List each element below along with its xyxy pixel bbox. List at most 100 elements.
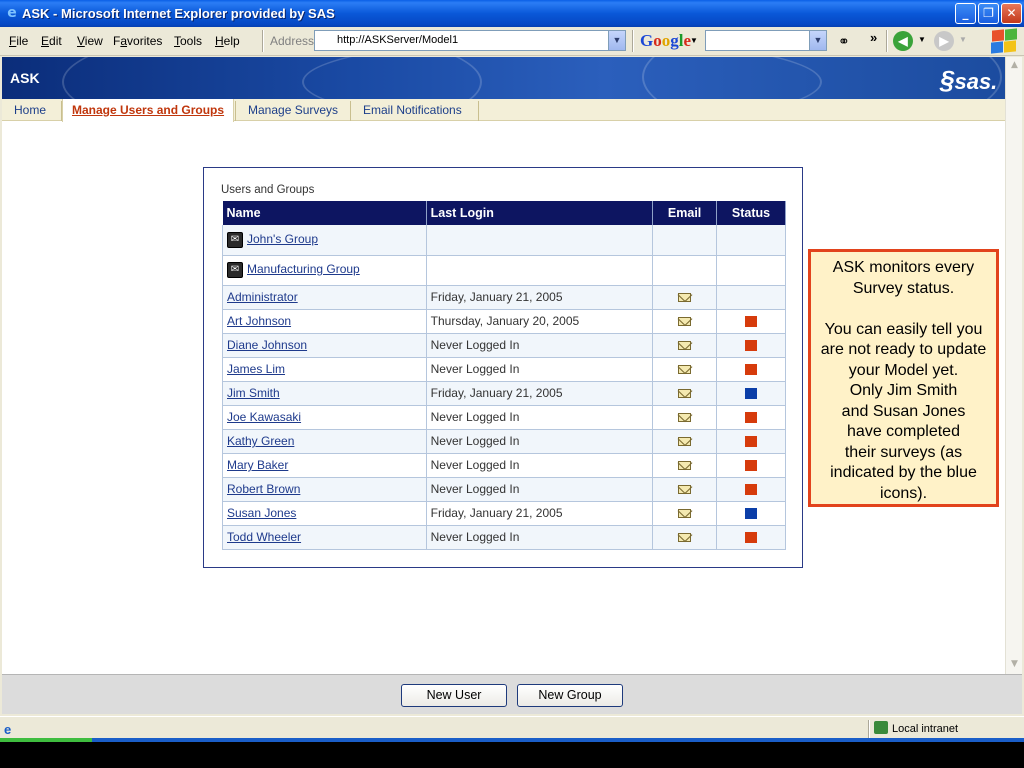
callout-line: You can easily tell you	[824, 320, 983, 338]
group-name-link[interactable]: John's Group	[247, 232, 318, 246]
new-user-button[interactable]: New User	[401, 684, 507, 707]
user-name-link[interactable]: Robert Brown	[227, 482, 300, 496]
status-incomplete-icon[interactable]	[745, 364, 758, 376]
page-status-icon: e	[4, 722, 12, 737]
email-envelope-icon[interactable]	[678, 341, 692, 351]
back-dropdown-icon[interactable]: ▼	[918, 35, 926, 44]
close-button[interactable]: ✕	[1001, 3, 1022, 24]
status-incomplete-icon[interactable]	[745, 316, 758, 328]
scroll-down-icon[interactable]: ▼	[1008, 658, 1021, 671]
tab-manage-users-and-groups[interactable]: Manage Users and Groups	[72, 103, 224, 117]
google-search-dropdown-icon[interactable]: ▼	[809, 31, 826, 50]
user-name-link[interactable]: Kathy Green	[227, 434, 294, 448]
last-login-cell: Friday, January 21, 2005	[426, 285, 654, 310]
status-complete-icon[interactable]	[745, 508, 758, 520]
last-login-cell: Never Logged In	[426, 453, 654, 478]
menu-help[interactable]: Help	[215, 34, 240, 48]
user-row: Diane Johnson Never Logged In	[222, 333, 786, 358]
user-name-link[interactable]: Art Johnson	[227, 314, 291, 328]
email-envelope-icon[interactable]	[678, 389, 692, 399]
user-name-link[interactable]: Joe Kawasaki	[227, 410, 301, 424]
scroll-up-icon[interactable]: ▲	[1008, 59, 1021, 72]
group-name-link[interactable]: Manufacturing Group	[247, 262, 360, 276]
user-name-link[interactable]: James Lim	[227, 362, 285, 376]
status-incomplete-icon[interactable]	[745, 460, 758, 472]
minimize-button[interactable]: _	[955, 3, 976, 24]
status-cell	[716, 225, 786, 256]
users-and-groups-panel: Users and Groups Name Last Login Email S…	[203, 167, 803, 568]
user-name-link[interactable]: Susan Jones	[227, 506, 296, 520]
user-name-cell: Mary Baker	[222, 453, 427, 478]
tab-manage-surveys[interactable]: Manage Surveys	[248, 103, 338, 117]
last-login-cell: Never Logged In	[426, 357, 654, 382]
email-envelope-icon[interactable]	[678, 413, 692, 423]
google-logo[interactable]: Google	[640, 31, 691, 51]
menu-file[interactable]: File	[9, 34, 28, 48]
email-envelope-icon[interactable]	[678, 533, 692, 543]
new-group-button[interactable]: New Group	[517, 684, 623, 707]
user-name-link[interactable]: Diane Johnson	[227, 338, 307, 352]
google-search-input[interactable]: ▼	[705, 30, 827, 51]
statusbar-divider	[868, 720, 870, 739]
tab-home[interactable]: Home	[14, 103, 46, 117]
email-cell	[652, 255, 718, 286]
email-cell	[652, 357, 718, 382]
last-login-cell: Never Logged In	[426, 525, 654, 550]
restore-button[interactable]: ❐	[978, 3, 999, 24]
status-complete-icon[interactable]	[745, 388, 758, 400]
email-cell	[652, 429, 718, 454]
tab-separator	[350, 101, 351, 121]
taskbar-edge	[92, 738, 1024, 742]
binoculars-icon[interactable]: ⚭	[838, 33, 850, 50]
google-menu-chevron-icon[interactable]: ▼	[690, 36, 698, 45]
status-cell	[716, 501, 786, 526]
menu-tools[interactable]: Tools	[174, 34, 202, 48]
status-incomplete-icon[interactable]	[745, 436, 758, 448]
address-input[interactable]: http://ASKServer/Model1 ▼	[314, 30, 626, 51]
toolbar-separator	[632, 30, 634, 52]
status-incomplete-icon[interactable]	[745, 484, 758, 496]
back-icon[interactable]: ◀	[893, 31, 913, 51]
toolbar-overflow-chevron-icon[interactable]: »	[870, 30, 877, 45]
menu-edit[interactable]: Edit	[41, 34, 62, 48]
email-envelope-icon[interactable]	[678, 317, 692, 327]
menu-favorites[interactable]: Favorites	[113, 34, 162, 48]
address-dropdown-icon[interactable]: ▼	[608, 31, 625, 50]
group-row: ✉ John's Group	[222, 225, 786, 256]
user-name-cell: Joe Kawasaki	[222, 405, 427, 430]
forward-dropdown-icon[interactable]: ▼	[959, 35, 967, 44]
column-header-last-login[interactable]: Last Login	[426, 201, 654, 225]
status-incomplete-icon[interactable]	[745, 412, 758, 424]
windows-logo-icon	[990, 28, 1018, 55]
column-header-email[interactable]: Email	[652, 201, 718, 225]
toolbar-separator	[262, 30, 264, 52]
user-name-cell: Art Johnson	[222, 309, 427, 334]
user-row: Jim Smith Friday, January 21, 2005	[222, 381, 786, 406]
user-row: Administrator Friday, January 21, 2005	[222, 285, 786, 310]
email-envelope-icon[interactable]	[678, 365, 692, 375]
email-envelope-icon[interactable]	[678, 461, 692, 471]
email-envelope-icon[interactable]	[678, 293, 692, 303]
email-envelope-icon[interactable]	[678, 509, 692, 519]
user-row: Mary Baker Never Logged In	[222, 453, 786, 478]
user-name-link[interactable]: Mary Baker	[227, 458, 288, 472]
menu-view[interactable]: View	[77, 34, 103, 48]
tab-separator	[478, 101, 479, 121]
tab-separator	[61, 101, 62, 121]
column-header-name[interactable]: Name	[222, 201, 427, 225]
vertical-scrollbar[interactable]: ▲ ▼	[1005, 57, 1022, 674]
app-name: ASK	[10, 70, 40, 86]
email-envelope-icon[interactable]	[678, 437, 692, 447]
tab-email-notifications[interactable]: Email Notifications	[363, 103, 462, 117]
status-incomplete-icon[interactable]	[745, 340, 758, 352]
user-name-cell: James Lim	[222, 357, 427, 382]
forward-icon[interactable]: ▶	[934, 31, 954, 51]
column-header-status[interactable]: Status	[716, 201, 786, 225]
user-name-link[interactable]: Todd Wheeler	[227, 530, 301, 544]
user-name-link[interactable]: Administrator	[227, 290, 298, 304]
user-name-link[interactable]: Jim Smith	[227, 386, 280, 400]
email-envelope-icon[interactable]	[678, 485, 692, 495]
status-incomplete-icon[interactable]	[745, 532, 758, 544]
status-cell	[716, 453, 786, 478]
user-row: Susan Jones Friday, January 21, 2005	[222, 501, 786, 526]
